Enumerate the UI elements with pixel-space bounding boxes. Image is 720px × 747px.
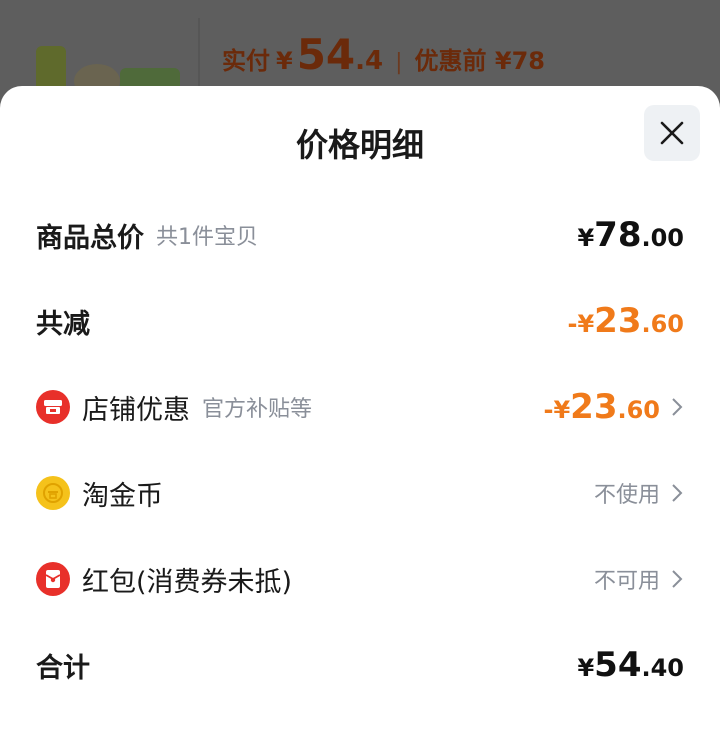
reduction-label: 共减 — [36, 308, 90, 340]
row-sum-total: 合计 ¥ 54 .40 — [36, 635, 684, 695]
close-button[interactable] — [644, 105, 700, 161]
chevron-right-icon — [672, 398, 683, 416]
chevron-right-icon — [672, 570, 683, 588]
row-taobao-coin[interactable]: 淘金币 不使用 — [36, 463, 684, 523]
red-packet-status: 不可用 — [593, 569, 660, 594]
red-packet-label: 红包(消费券未抵) — [82, 566, 293, 598]
row-total-reduction: 共减 -¥ 23 .60 — [36, 291, 684, 351]
goods-count: 共1件宝贝 — [156, 225, 258, 250]
shop-discount-amount: -¥ 23 .60 — [543, 387, 660, 427]
paid-currency: ¥ — [276, 47, 293, 75]
coin-label: 淘金币 — [82, 480, 163, 512]
sum-label: 合计 — [36, 652, 90, 684]
goods-total-price: ¥ 78 .00 — [577, 215, 684, 255]
coin-status: 不使用 — [593, 483, 660, 508]
sum-amount: ¥ 54 .40 — [577, 645, 684, 685]
price-detail-sheet: 价格明细 商品总价 共1件宝贝 ¥ 78 .00 共减 -¥ 23 .60 店铺… — [0, 86, 720, 747]
close-icon — [660, 121, 684, 145]
paid-amount-dec: .4 — [355, 46, 384, 76]
shop-discount-note: 官方补贴等 — [202, 397, 313, 422]
sheet-title: 价格明细 — [295, 126, 424, 164]
red-packet-icon — [36, 562, 70, 596]
chevron-right-icon — [672, 484, 683, 502]
paid-label: 实付 — [222, 47, 270, 75]
row-red-packet[interactable]: 红包(消费券未抵) 不可用 — [36, 549, 684, 609]
gold-coin-icon — [36, 476, 70, 510]
reduction-amount: -¥ 23 .60 — [567, 301, 684, 341]
summary-separator: | — [395, 50, 403, 75]
original-price: 优惠前 ¥78 — [414, 47, 545, 75]
payment-summary: 实付 ¥ 54 .4 | 优惠前 ¥78 — [222, 30, 545, 80]
shop-icon — [36, 390, 70, 424]
row-goods-total: 商品总价 共1件宝贝 ¥ 78 .00 — [36, 205, 684, 265]
row-shop-discount[interactable]: 店铺优惠 官方补贴等 -¥ 23 .60 — [36, 377, 684, 437]
shop-discount-label: 店铺优惠 — [82, 394, 190, 426]
paid-amount-int: 54 — [296, 30, 356, 79]
goods-total-label: 商品总价 — [36, 222, 144, 254]
